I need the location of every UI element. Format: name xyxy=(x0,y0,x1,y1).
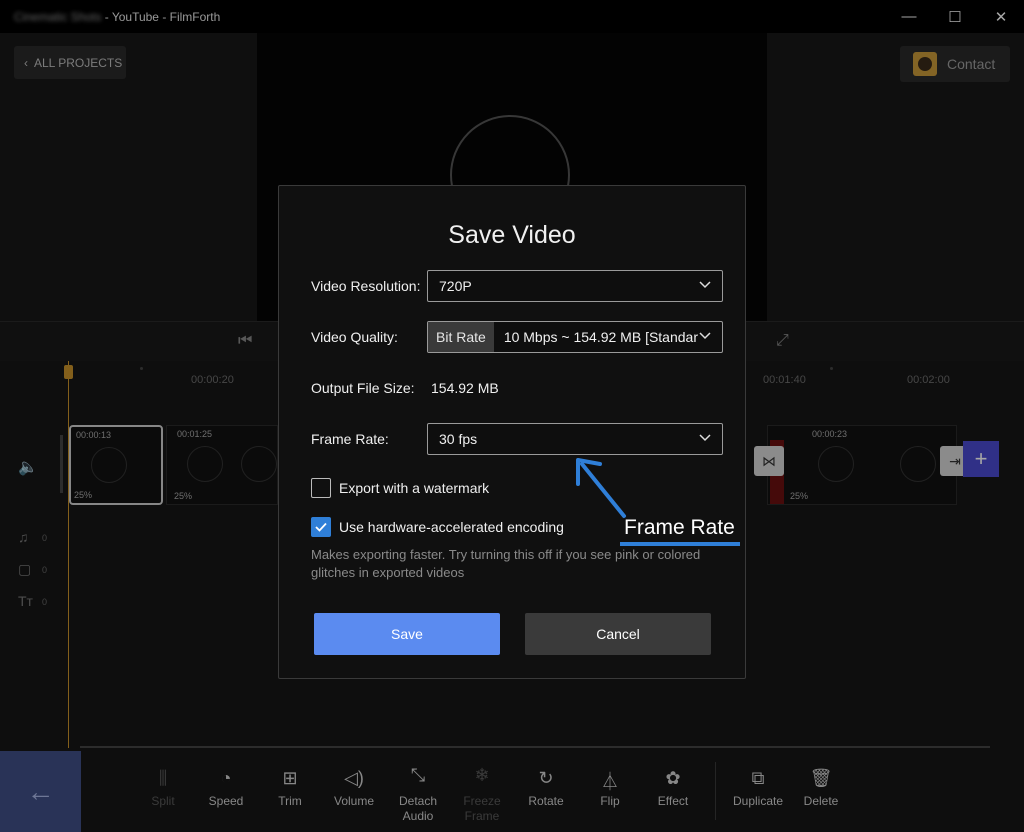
chevron-down-icon xyxy=(699,434,711,442)
annotation-underline xyxy=(620,542,740,546)
save-video-dialog: Save Video Video Resolution: 720P Video … xyxy=(278,185,746,679)
watermark-label: Export with a watermark xyxy=(339,480,490,496)
framerate-label: Frame Rate: xyxy=(311,431,389,447)
dialog-title: Save Video xyxy=(448,221,576,249)
cancel-button[interactable]: Cancel xyxy=(525,613,711,655)
save-button[interactable]: Save xyxy=(314,613,500,655)
chevron-down-icon xyxy=(699,332,711,340)
bitrate-mode-tag[interactable]: Bit Rate xyxy=(428,322,494,352)
filesize-value: 154.92 MB xyxy=(431,380,499,396)
quality-select[interactable]: Bit Rate 10 Mbps ~ 154.92 MB [Standar xyxy=(427,321,723,353)
annotation-arrow-icon xyxy=(576,458,626,518)
hwaccel-hint: Makes exporting faster. Try turning this… xyxy=(311,547,701,580)
resolution-select[interactable]: 720P xyxy=(427,270,723,302)
resolution-label: Video Resolution: xyxy=(311,278,421,294)
filesize-label: Output File Size: xyxy=(311,380,415,396)
quality-label: Video Quality: xyxy=(311,329,398,345)
checkmark-icon xyxy=(315,522,327,532)
chevron-down-icon xyxy=(699,281,711,289)
annotation-label: Frame Rate xyxy=(624,516,735,539)
hwaccel-checkbox[interactable] xyxy=(311,517,331,537)
hwaccel-label: Use hardware-accelerated encoding xyxy=(339,519,564,535)
framerate-select[interactable]: 30 fps xyxy=(427,423,723,455)
watermark-checkbox[interactable] xyxy=(311,478,331,498)
